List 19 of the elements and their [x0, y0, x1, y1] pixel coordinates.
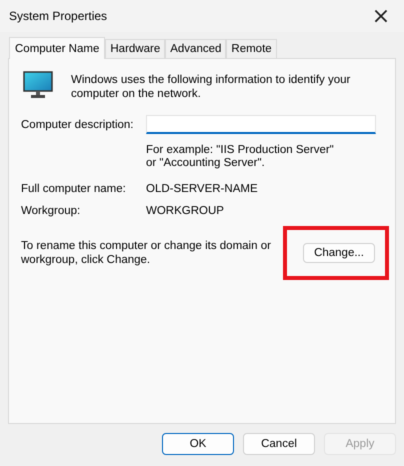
monitor-icon: [23, 71, 53, 99]
dialog-button[interactable]: Cancel: [243, 433, 315, 455]
dialog-button[interactable]: OK: [162, 433, 234, 455]
tab[interactable]: Computer Name: [9, 37, 106, 59]
rename-text: To rename this computer or change its domain or workgroup, click Change.: [21, 239, 272, 267]
field-label: Full computer name:: [21, 183, 127, 195]
tab[interactable]: Remote: [226, 39, 277, 58]
window-title: System Properties: [9, 9, 108, 23]
field-value: WORKGROUP: [146, 205, 224, 217]
field-label: Computer description:: [21, 118, 134, 130]
hint-text: For example: "IIS Production Server" or "Accounting Server".: [146, 144, 335, 170]
field-label: Workgroup:: [21, 205, 82, 217]
change-button[interactable]: Change...: [303, 243, 375, 263]
tab[interactable]: Advanced: [165, 39, 226, 58]
description-field[interactable]: [146, 115, 376, 134]
field-value: OLD-SERVER-NAME: [146, 183, 258, 195]
tab[interactable]: Hardware: [105, 39, 166, 58]
info-text: Windows uses the following information to identify your computer on the network.: [71, 73, 352, 101]
close-button[interactable]: ×: [358, 0, 404, 32]
